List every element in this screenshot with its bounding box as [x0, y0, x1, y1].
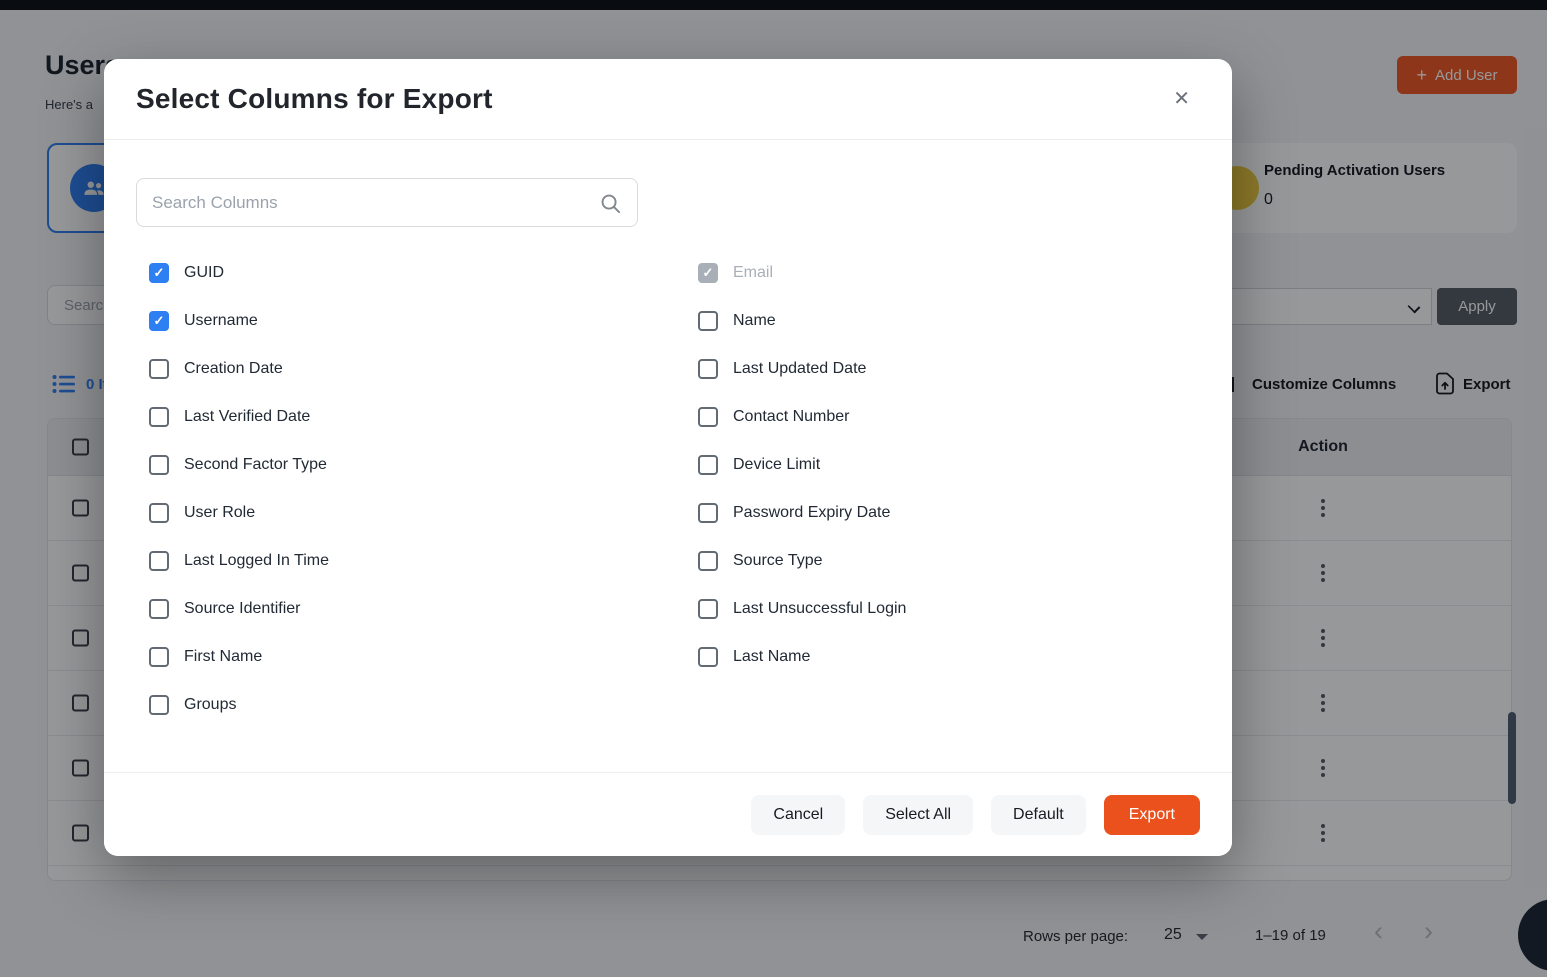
column-option-last-updated-date[interactable]: Last Updated Date [698, 358, 906, 379]
modal-body: GUID Username Creation Date Last Verifie… [104, 140, 1232, 715]
search-columns-input[interactable] [137, 179, 637, 226]
column-option-contact-number[interactable]: Contact Number [698, 406, 906, 427]
column-option-groups[interactable]: Groups [149, 694, 698, 715]
checkbox[interactable] [698, 647, 718, 667]
checkbox[interactable] [698, 599, 718, 619]
column-option-first-name[interactable]: First Name [149, 646, 698, 667]
checkbox[interactable] [698, 311, 718, 331]
checkbox[interactable] [149, 359, 169, 379]
checkbox[interactable] [698, 503, 718, 523]
column-option-email: Email [698, 262, 906, 283]
modal-footer: Cancel Select All Default Export [104, 772, 1232, 856]
checkbox[interactable] [149, 311, 169, 331]
checkbox[interactable] [149, 695, 169, 715]
column-option-source-type[interactable]: Source Type [698, 550, 906, 571]
columns-right: Email Name Last Updated Date Contact Num… [698, 262, 906, 715]
checkbox[interactable] [698, 455, 718, 475]
checkbox[interactable] [149, 647, 169, 667]
search-icon [599, 192, 622, 220]
column-option-name[interactable]: Name [698, 310, 906, 331]
checkbox[interactable] [698, 407, 718, 427]
checkbox[interactable] [698, 359, 718, 379]
default-button[interactable]: Default [991, 795, 1086, 835]
select-columns-modal: Select Columns for Export ✕ GUID [104, 59, 1232, 856]
modal-title: Select Columns for Export [136, 83, 493, 115]
checkbox[interactable] [149, 407, 169, 427]
column-option-user-role[interactable]: User Role [149, 502, 698, 523]
checkbox[interactable] [149, 551, 169, 571]
column-option-last-logged-in-time[interactable]: Last Logged In Time [149, 550, 698, 571]
checkbox[interactable] [698, 551, 718, 571]
checkbox-disabled [698, 263, 718, 283]
screen: Users Here's a + Add User Pending Activa… [0, 0, 1547, 977]
columns-left: GUID Username Creation Date Last Verifie… [149, 262, 698, 715]
column-option-source-identifier[interactable]: Source Identifier [149, 598, 698, 619]
modal-header: Select Columns for Export ✕ [104, 59, 1232, 140]
columns-grid: GUID Username Creation Date Last Verifie… [136, 262, 1200, 715]
select-all-button[interactable]: Select All [863, 795, 973, 835]
column-option-creation-date[interactable]: Creation Date [149, 358, 698, 379]
checkbox[interactable] [149, 263, 169, 283]
export-button[interactable]: Export [1104, 795, 1200, 835]
column-option-last-unsuccessful-login[interactable]: Last Unsuccessful Login [698, 598, 906, 619]
search-columns-field [136, 178, 638, 227]
column-option-username[interactable]: Username [149, 310, 698, 331]
column-option-password-expiry-date[interactable]: Password Expiry Date [698, 502, 906, 523]
column-option-guid[interactable]: GUID [149, 262, 698, 283]
column-option-device-limit[interactable]: Device Limit [698, 454, 906, 475]
checkbox[interactable] [149, 599, 169, 619]
column-option-second-factor-type[interactable]: Second Factor Type [149, 454, 698, 475]
checkbox[interactable] [149, 455, 169, 475]
cancel-button[interactable]: Cancel [751, 795, 845, 835]
checkbox[interactable] [149, 503, 169, 523]
column-option-last-verified-date[interactable]: Last Verified Date [149, 406, 698, 427]
column-option-last-name[interactable]: Last Name [698, 646, 906, 667]
close-icon[interactable]: ✕ [1173, 89, 1190, 109]
